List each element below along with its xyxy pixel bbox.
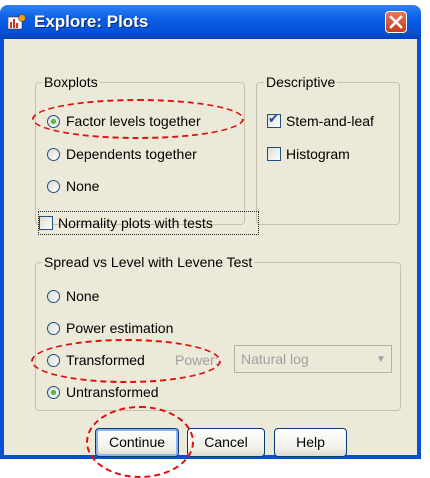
checkbox-label: Normality plots with tests	[58, 215, 213, 231]
radio-label: None	[66, 178, 100, 194]
checkbox[interactable]	[39, 216, 53, 230]
power-dropdown-value: Natural log	[241, 351, 309, 367]
window-title: Explore: Plots	[34, 12, 149, 31]
close-icon	[389, 15, 403, 29]
boxplots-legend: Boxplots	[42, 74, 100, 90]
radio-label: None	[66, 288, 100, 304]
checkbox[interactable]	[267, 147, 281, 161]
radio-label: Power estimation	[66, 320, 174, 336]
radio-label: Untransformed	[66, 384, 159, 400]
title-bar[interactable]: Explore: Plots	[0, 5, 421, 39]
radio-button[interactable]	[47, 180, 60, 193]
help-button[interactable]: Help	[274, 428, 347, 457]
dialog-body: Boxplots Factor levels together Dependen…	[4, 39, 417, 478]
close-button[interactable]	[385, 11, 407, 33]
annotation-ellipse	[31, 339, 221, 383]
annotation-ellipse	[86, 406, 194, 478]
dialog-window: Explore: Plots Boxplots Factor levels to…	[0, 5, 421, 478]
checkbox-label: Stem-and-leaf	[286, 113, 374, 129]
radio-button[interactable]	[47, 386, 60, 399]
checkbox[interactable]	[267, 112, 281, 128]
radio-button[interactable]	[47, 290, 60, 303]
checkbox-label: Histogram	[286, 146, 350, 162]
spss-app-icon	[8, 14, 26, 30]
power-dropdown[interactable]: Natural log ▼	[234, 345, 392, 373]
descriptive-legend: Descriptive	[264, 74, 338, 90]
radio-button[interactable]	[47, 148, 60, 161]
annotation-ellipse	[32, 99, 244, 139]
cancel-button[interactable]: Cancel	[187, 428, 265, 457]
radio-button[interactable]	[47, 322, 60, 335]
chevron-down-icon[interactable]: ▼	[371, 346, 391, 372]
radio-label: Dependents together	[66, 146, 197, 162]
spread-legend: Spread vs Level with Levene Test	[42, 254, 255, 270]
